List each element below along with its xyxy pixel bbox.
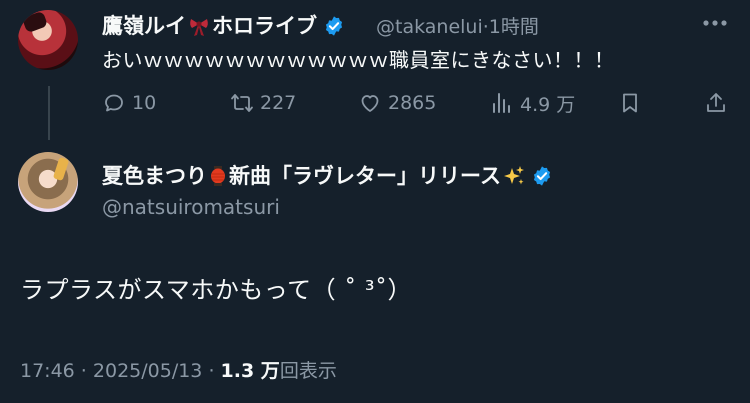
views-count: 1.3 万: [220, 360, 280, 382]
retweet-icon: [231, 94, 253, 112]
reply-count: 10: [132, 92, 157, 114]
retweet-button[interactable]: 227: [230, 88, 296, 118]
avatar[interactable]: [18, 152, 78, 212]
views-chart-icon: [493, 93, 510, 113]
more-options-icon[interactable]: [697, 12, 733, 34]
timestamp[interactable]: ·1時間: [483, 16, 539, 38]
views-button[interactable]: 4.9 万: [490, 88, 575, 118]
bookmark-button[interactable]: [618, 88, 648, 118]
display-name[interactable]: 鷹嶺ルイ ホロライブ: [102, 10, 345, 40]
verified-badge-icon: [325, 16, 343, 36]
share-icon: [707, 93, 725, 112]
handle-and-time: @takanelui·1時間: [376, 12, 539, 39]
timestamp[interactable]: 17:46: [20, 360, 75, 382]
tweet-text: ラプラスがスマホかもって（ ˚ ³˚）: [20, 276, 412, 304]
sparkles-emoji-icon: [503, 166, 524, 185]
reply-icon: [105, 94, 123, 112]
verified-badge-icon: [533, 166, 551, 186]
avatar[interactable]: [18, 10, 78, 70]
lantern-emoji-icon: [211, 166, 225, 186]
share-button[interactable]: [704, 88, 734, 118]
reply-button[interactable]: 10: [102, 88, 156, 118]
like-button[interactable]: 2865: [358, 88, 436, 118]
views-count: 4.9 万: [520, 93, 576, 116]
retweet-count: 227: [260, 92, 297, 114]
tweet-metadata: 17:46 · 2025/05/13 · 1.3 万回表示: [20, 360, 337, 382]
tweet-actions: 10 227 2865 4.9 万: [102, 88, 734, 118]
like-count: 2865: [388, 92, 437, 114]
heart-icon: [361, 95, 379, 112]
bow-emoji-icon: [190, 19, 208, 36]
handle[interactable]: @takanelui: [376, 16, 483, 38]
display-name[interactable]: 夏色まつり 新曲「ラヴレター」リリース: [102, 160, 553, 190]
thread-connector-line: [48, 86, 50, 140]
bookmark-icon: [623, 93, 637, 113]
handle[interactable]: @natsuiromatsuri: [102, 195, 280, 219]
date[interactable]: 2025/05/13: [93, 360, 203, 382]
tweet-text: おいｗｗｗｗｗｗｗｗｗｗｗｗ職員室にきなさい！！！: [102, 48, 615, 72]
views-label: 回表示: [279, 360, 337, 382]
